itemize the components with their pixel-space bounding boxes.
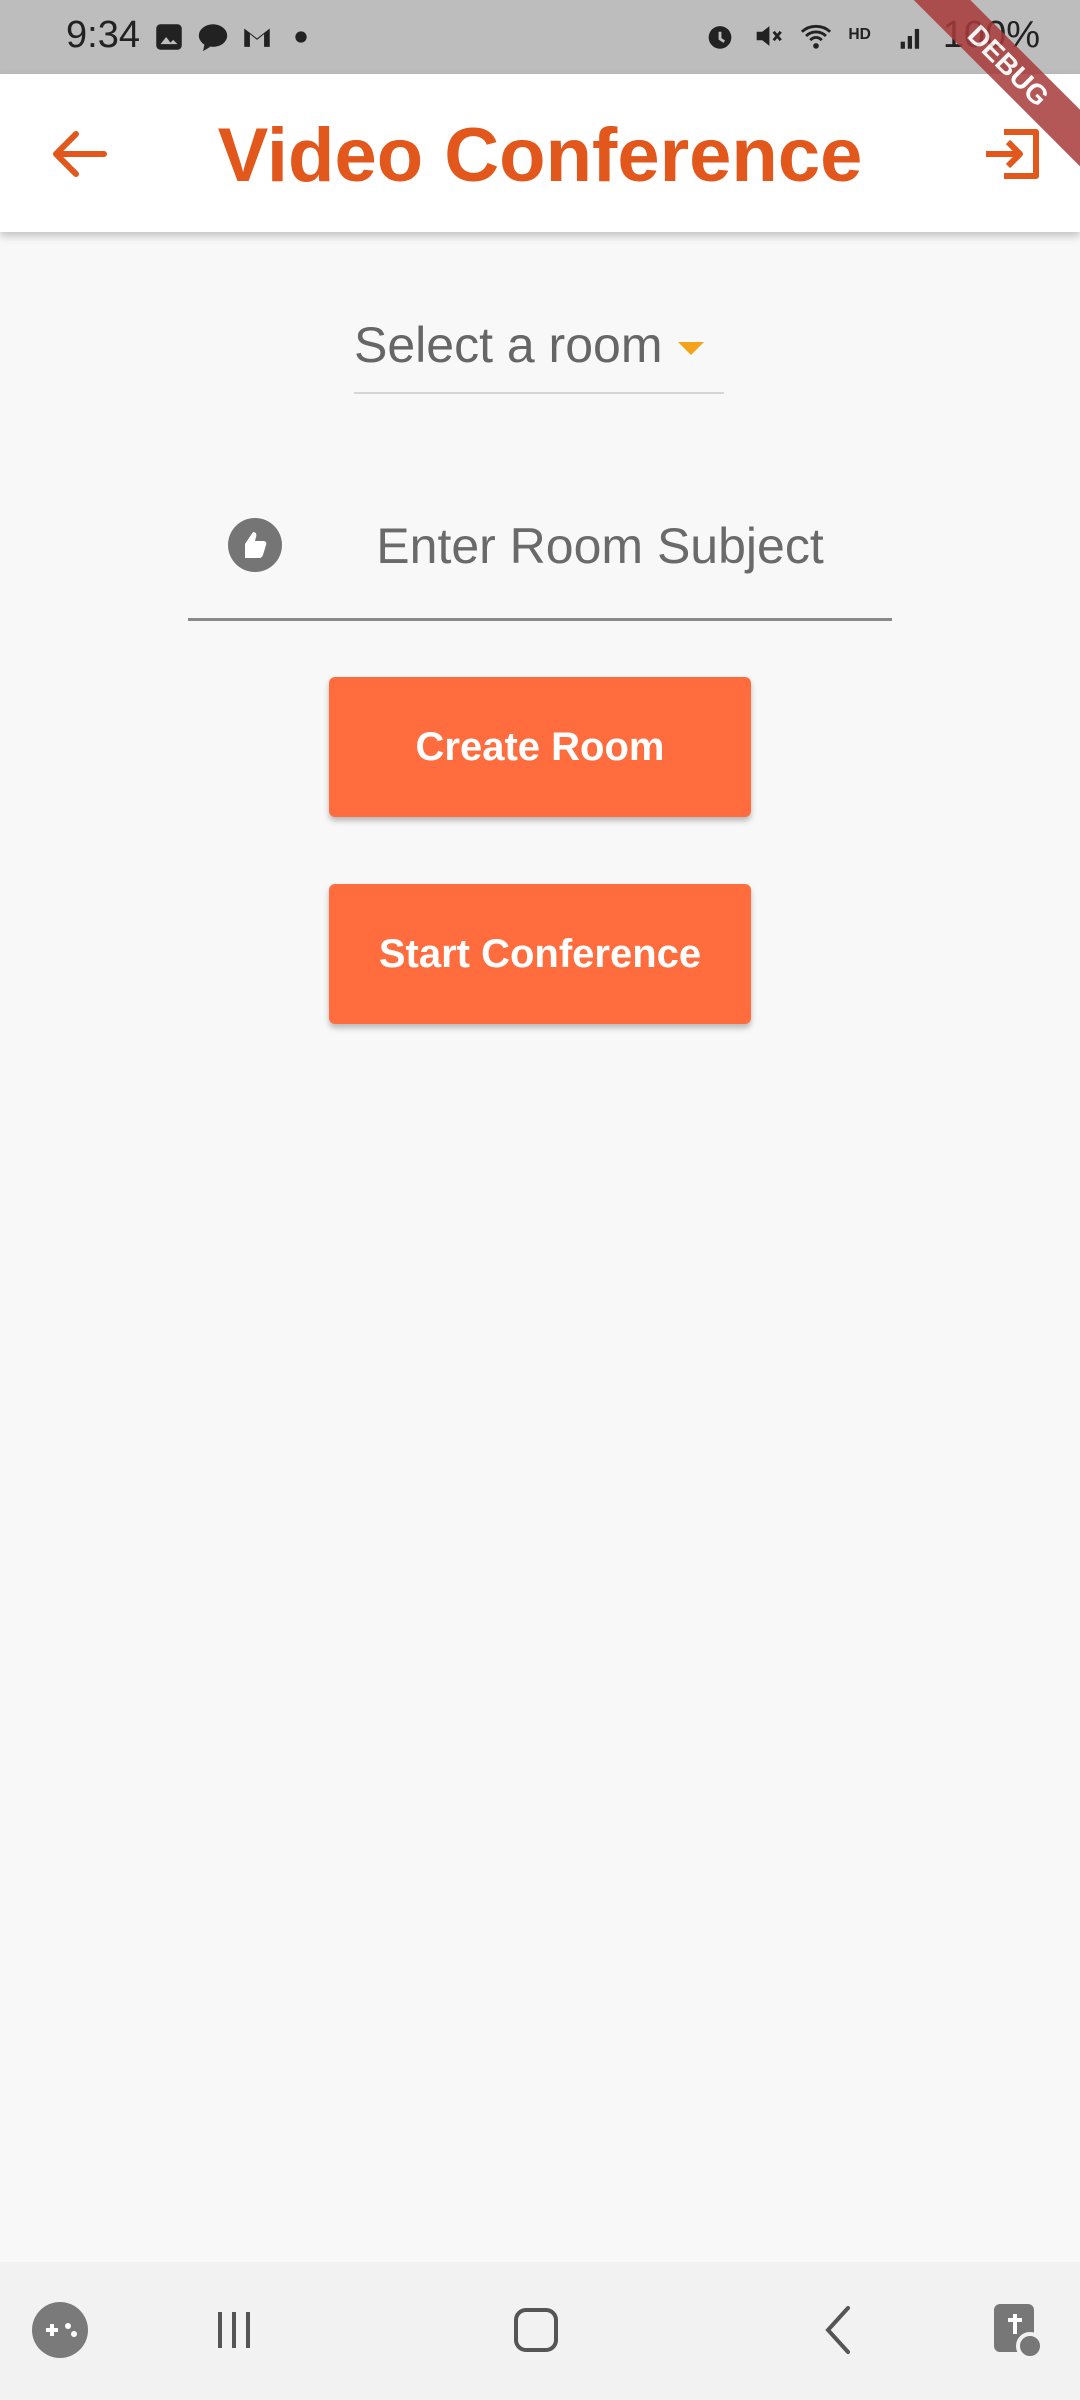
room-select-value: Select a room: [354, 317, 663, 373]
room-select-dropdown[interactable]: Select a room: [354, 312, 724, 394]
status-bar: 9:34 HD 100%: [0, 0, 1080, 74]
signal-icon: [900, 28, 919, 49]
alarm-icon: [708, 25, 732, 49]
app-bar: Video Conference: [0, 74, 1080, 232]
exit-to-app-icon: [986, 129, 1039, 179]
home-icon[interactable]: [496, 2290, 576, 2370]
status-time: 9:34: [66, 14, 140, 56]
accessibility-icon[interactable]: [978, 2290, 1058, 2370]
create-room-button[interactable]: Create Room: [329, 677, 751, 817]
hd-voice-icon: HD: [848, 25, 871, 42]
exit-button[interactable]: [976, 122, 1046, 186]
recents-icon[interactable]: [194, 2290, 274, 2370]
wifi-icon: [800, 24, 831, 49]
page-title: Video Conference: [217, 113, 863, 198]
game-launcher-icon[interactable]: [20, 2290, 100, 2370]
gallery-icon: [156, 24, 182, 50]
svg-text:HD: HD: [848, 25, 871, 42]
system-nav-bar: [0, 2262, 1080, 2400]
start-conference-button[interactable]: Start Conference: [329, 884, 751, 1024]
talk-icon: [198, 24, 228, 52]
room-subject-field: [188, 500, 892, 621]
notification-icons: [152, 20, 318, 54]
nav-back-icon[interactable]: [800, 2290, 880, 2370]
mute-icon: [756, 25, 782, 46]
gmail-icon: [244, 28, 270, 47]
thumb-up-icon: [228, 518, 282, 572]
dropdown-arrow-icon: [678, 342, 704, 355]
room-subject-input[interactable]: [328, 500, 872, 592]
more-dot-icon: [295, 31, 307, 43]
